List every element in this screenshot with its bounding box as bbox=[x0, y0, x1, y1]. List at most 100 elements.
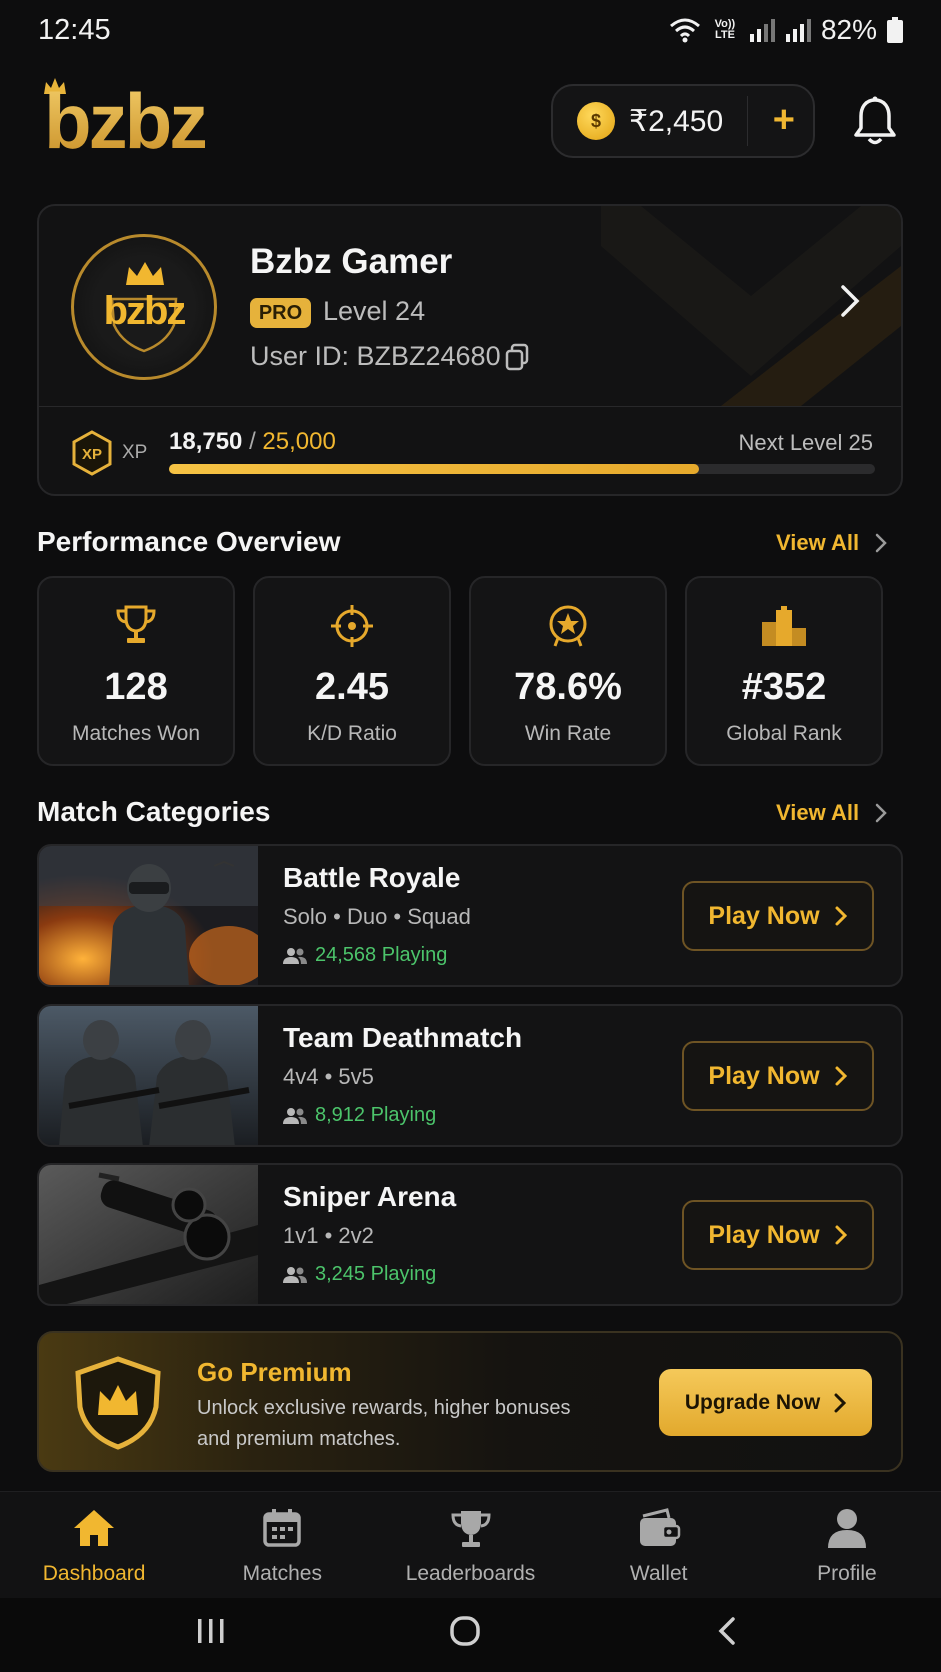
user-name: Bzbz Gamer bbox=[250, 242, 453, 281]
category-modes: 1v1 • 2v2 bbox=[283, 1223, 374, 1248]
add-funds-button[interactable]: + bbox=[747, 96, 795, 146]
xp-progress-bar bbox=[169, 464, 875, 474]
category-title: Team Deathmatch bbox=[283, 1022, 523, 1053]
category-title: Battle Royale bbox=[283, 862, 461, 893]
notification-bell-icon[interactable] bbox=[852, 96, 898, 146]
users-icon bbox=[283, 1107, 307, 1124]
bottom-navigation: Dashboard Matches Leaderboards Wallet Pr… bbox=[0, 1491, 941, 1598]
calendar-icon bbox=[263, 1509, 302, 1547]
divider bbox=[39, 406, 901, 407]
trophy-icon bbox=[116, 605, 156, 643]
chevron-right-icon bbox=[835, 1066, 847, 1086]
stat-value: 78.6% bbox=[514, 666, 622, 708]
app-logo[interactable]: bzbz bbox=[44, 76, 208, 167]
chevron-right-icon bbox=[835, 1225, 847, 1245]
players-count-text: 24,568 Playing bbox=[315, 944, 448, 966]
wallet-icon bbox=[639, 1508, 680, 1546]
play-now-label: Play Now bbox=[708, 901, 820, 930]
profile-card[interactable]: bzbz Bzbz Gamer PRO Level 24 User ID: BZ… bbox=[37, 204, 903, 496]
xp-progress-text: 18,750 / 25,000 bbox=[169, 428, 336, 456]
avatar-crown-icon bbox=[126, 262, 164, 285]
nav-item-profile[interactable]: Profile bbox=[753, 1492, 941, 1598]
status-time: 12:45 bbox=[38, 14, 111, 46]
stat-card-matches-won[interactable]: 128 Matches Won bbox=[37, 576, 235, 766]
nav-item-wallet[interactable]: Wallet bbox=[565, 1492, 753, 1598]
play-now-button[interactable]: Play Now bbox=[682, 1200, 874, 1270]
avatar-logo-text: bzbz bbox=[103, 289, 187, 333]
nav-item-leaderboards[interactable]: Leaderboards bbox=[376, 1492, 564, 1598]
players-count-text: 8,912 Playing bbox=[315, 1104, 437, 1126]
signal-icon-1 bbox=[749, 19, 775, 42]
stat-value: #352 bbox=[741, 666, 827, 708]
pro-badge: PRO bbox=[250, 298, 311, 328]
nav-label: Wallet bbox=[629, 1562, 688, 1585]
category-modes: 4v4 • 5v5 bbox=[283, 1064, 374, 1089]
xp-hex-icon: XP bbox=[72, 430, 112, 476]
categories-view-all-link[interactable]: View All bbox=[776, 800, 859, 826]
stat-label: Win Rate bbox=[524, 722, 612, 745]
battery-icon bbox=[887, 17, 903, 43]
stats-row: 128 Matches Won 2.45 K/D Ratio 78.6% Win… bbox=[37, 576, 883, 766]
category-card-sniper-arena[interactable]: Sniper Arena 1v1 • 2v2 3,245 Playing Pla… bbox=[37, 1163, 903, 1306]
battle-royale-thumbnail bbox=[39, 846, 258, 985]
signal-icon-2 bbox=[785, 19, 811, 42]
copy-icon[interactable] bbox=[504, 343, 530, 371]
category-card-battle-royale[interactable]: Battle Royale Solo • Duo • Squad 24,568 … bbox=[37, 844, 903, 987]
wallet-balance: ₹2,450 bbox=[629, 104, 724, 138]
nav-label: Dashboard bbox=[42, 1562, 146, 1585]
avatar[interactable]: bzbz bbox=[71, 234, 217, 380]
chevron-right-icon[interactable] bbox=[874, 802, 888, 824]
category-card-team-deathmatch[interactable]: Team Deathmatch 4v4 • 5v5 8,912 Playing … bbox=[37, 1004, 903, 1147]
premium-banner[interactable]: Go Premium Unlock exclusive rewards, hig… bbox=[37, 1331, 903, 1472]
xp-icon-text: XP bbox=[82, 446, 102, 463]
home-icon bbox=[74, 1510, 115, 1546]
battery-percent: 82% bbox=[820, 14, 877, 45]
chevron-right-icon bbox=[835, 906, 847, 926]
user-id: User ID: BZBZ24680 bbox=[250, 341, 501, 371]
volte-indicator: Vo)) LTE bbox=[714, 18, 736, 41]
chevron-right-icon[interactable] bbox=[874, 532, 888, 554]
back-icon[interactable] bbox=[716, 1616, 738, 1646]
users-icon bbox=[283, 1266, 307, 1283]
stat-card-win-rate[interactable]: 78.6% Win Rate bbox=[469, 576, 667, 766]
performance-section-title: Performance Overview bbox=[37, 526, 341, 557]
stat-label: Matches Won bbox=[72, 722, 200, 745]
stat-label: Global Rank bbox=[726, 722, 842, 745]
crosshair-icon bbox=[331, 605, 373, 647]
xp-label: XP bbox=[122, 442, 148, 463]
xp-separator: / bbox=[242, 428, 263, 455]
stat-value: 128 bbox=[104, 666, 168, 708]
play-now-label: Play Now bbox=[708, 1220, 820, 1249]
chevron-right-icon[interactable] bbox=[839, 284, 861, 318]
wallet-balance-pill[interactable]: $ ₹2,450 + bbox=[551, 84, 815, 158]
players-count: 3,245 Playing bbox=[283, 1263, 436, 1286]
nav-item-dashboard[interactable]: Dashboard bbox=[0, 1492, 188, 1598]
stat-value: 2.45 bbox=[315, 666, 389, 708]
home-button-icon[interactable] bbox=[450, 1616, 480, 1646]
next-level-label: Next Level 25 bbox=[738, 430, 873, 455]
play-now-label: Play Now bbox=[708, 1061, 820, 1090]
upgrade-now-button[interactable]: Upgrade Now bbox=[659, 1369, 872, 1436]
xp-progress-fill bbox=[169, 464, 699, 474]
nav-item-matches[interactable]: Matches bbox=[188, 1492, 376, 1598]
status-bar: 12:45 Vo)) LTE 82% bbox=[0, 0, 941, 64]
premium-title: Go Premium bbox=[197, 1357, 352, 1387]
status-icons: Vo)) LTE 82% bbox=[669, 14, 903, 46]
premium-shield-crown-icon bbox=[75, 1356, 161, 1450]
sniper-arena-thumbnail bbox=[39, 1165, 258, 1304]
stat-card-global-rank[interactable]: #352 Global Rank bbox=[685, 576, 883, 766]
performance-view-all-link[interactable]: View All bbox=[776, 530, 859, 556]
stat-card-kd-ratio[interactable]: 2.45 K/D Ratio bbox=[253, 576, 451, 766]
user-level: Level 24 bbox=[323, 296, 426, 326]
xp-current: 18,750 bbox=[169, 428, 243, 455]
team-deathmatch-thumbnail bbox=[39, 1006, 258, 1145]
premium-description: Unlock exclusive rewards, higher bonuses… bbox=[197, 1397, 571, 1450]
system-navigation-bar bbox=[0, 1598, 941, 1672]
players-count: 8,912 Playing bbox=[283, 1104, 436, 1127]
players-count-text: 3,245 Playing bbox=[315, 1263, 437, 1285]
star-badge-icon bbox=[549, 605, 587, 647]
chevron-right-icon bbox=[834, 1393, 847, 1412]
play-now-button[interactable]: Play Now bbox=[682, 881, 874, 951]
recent-apps-icon[interactable] bbox=[196, 1616, 226, 1646]
play-now-button[interactable]: Play Now bbox=[682, 1041, 874, 1111]
